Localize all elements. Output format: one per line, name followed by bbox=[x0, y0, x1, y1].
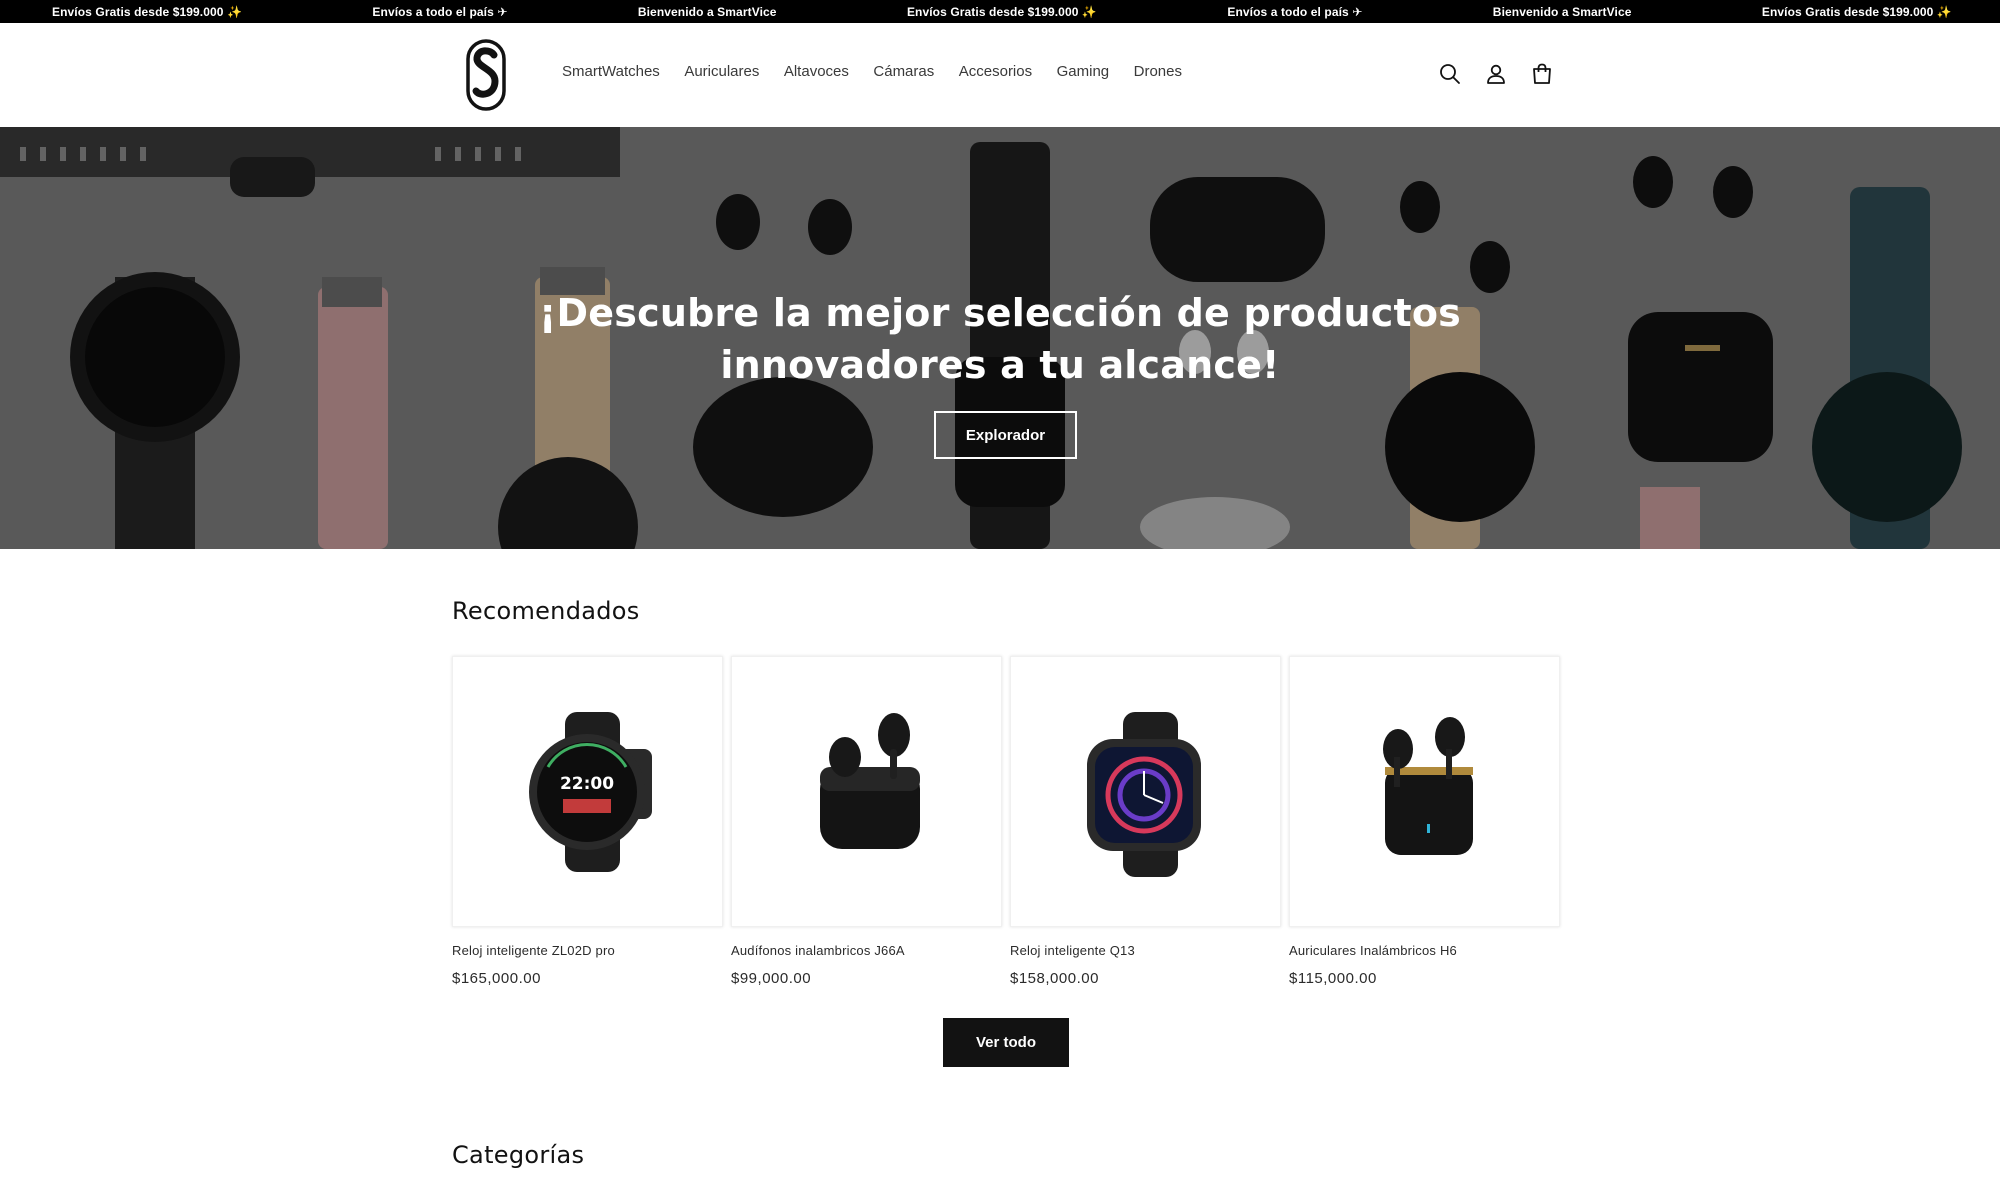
account-icon[interactable] bbox=[1484, 62, 1508, 86]
site-header: SmartWatches Auriculares Altavoces Cámar… bbox=[0, 23, 2000, 127]
product-name[interactable]: Auriculares Inalámbricos H6 bbox=[1289, 943, 1560, 958]
announcement-bar: Envíos Gratis desde $199.000 ✨ Envíos a … bbox=[0, 0, 2000, 23]
announcement-item: Envíos Gratis desde $199.000 ✨ bbox=[52, 4, 243, 19]
nav-smartwatches[interactable]: SmartWatches bbox=[562, 63, 660, 80]
product-name[interactable]: Reloj inteligente Q13 bbox=[1010, 943, 1281, 958]
cart-icon[interactable] bbox=[1530, 62, 1554, 86]
announcement-item: Envíos Gratis desde $199.000 ✨ bbox=[1761, 4, 1952, 19]
hero-banner: ¡Descubre la mejor selección de producto… bbox=[0, 127, 2000, 549]
product-price: $165,000.00 bbox=[452, 970, 541, 987]
nav-accesorios[interactable]: Accesorios bbox=[959, 63, 1032, 80]
svg-text:22:00: 22:00 bbox=[560, 774, 614, 794]
product-price: $99,000.00 bbox=[731, 970, 812, 987]
product-image-round-smartwatch[interactable]: 22:00 bbox=[452, 656, 723, 927]
announcement-item: Envíos Gratis desde $199.000 ✨ bbox=[906, 4, 1097, 19]
nav-gaming[interactable]: Gaming bbox=[1057, 63, 1110, 80]
product-price: $158,000.00 bbox=[1010, 970, 1099, 987]
announcement-item: Envíos a todo el país ✈ bbox=[372, 4, 508, 19]
product-image-earbuds-case[interactable] bbox=[731, 656, 1002, 927]
product-name[interactable]: Reloj inteligente ZL02D pro bbox=[452, 943, 723, 958]
categories-title: Categorías bbox=[452, 1141, 585, 1169]
search-icon[interactable] bbox=[1438, 62, 1462, 86]
recommended-title: Recomendados bbox=[452, 597, 640, 625]
product-image-square-smartwatch[interactable] bbox=[1010, 656, 1281, 927]
announcement-item: Bienvenido a SmartVice bbox=[1492, 4, 1632, 19]
product-name[interactable]: Audífonos inalambricos J66A bbox=[731, 943, 1002, 958]
header-icons bbox=[1438, 62, 1554, 86]
main-nav: SmartWatches Auriculares Altavoces Cámar… bbox=[562, 63, 1207, 80]
nav-altavoces[interactable]: Altavoces bbox=[784, 63, 849, 80]
product-price: $115,000.00 bbox=[1289, 970, 1377, 987]
product-card[interactable]: Reloj inteligente Q13 $158,000.00 bbox=[1010, 656, 1281, 987]
view-all-button[interactable]: Ver todo bbox=[943, 1018, 1069, 1067]
nav-drones[interactable]: Drones bbox=[1134, 63, 1182, 80]
nav-camaras[interactable]: Cámaras bbox=[873, 63, 934, 80]
product-image-earbuds-case-open[interactable] bbox=[1289, 656, 1560, 927]
hero-title-line: ¡Descubre la mejor selección de producto… bbox=[539, 291, 1461, 335]
nav-auriculares[interactable]: Auriculares bbox=[684, 63, 759, 80]
product-card[interactable]: 22:00 Reloj inteligente ZL02D pro $165,0… bbox=[452, 656, 723, 987]
announcement-item: Bienvenido a SmartVice bbox=[637, 4, 777, 19]
smartvice-logo-icon[interactable] bbox=[466, 39, 506, 111]
hero-title: ¡Descubre la mejor selección de producto… bbox=[0, 287, 2000, 391]
announcement-item: Envíos a todo el país ✈ bbox=[1227, 4, 1363, 19]
explore-button[interactable]: Explorador bbox=[934, 411, 1077, 459]
product-card[interactable]: Auriculares Inalámbricos H6 $115,000.00 bbox=[1289, 656, 1560, 987]
product-card[interactable]: Audífonos inalambricos J66A $99,000.00 bbox=[731, 656, 1002, 987]
product-grid: 22:00 Reloj inteligente ZL02D pro $165,0… bbox=[452, 656, 1560, 987]
hero-title-line: innovadores a tu alcance! bbox=[720, 343, 1280, 387]
